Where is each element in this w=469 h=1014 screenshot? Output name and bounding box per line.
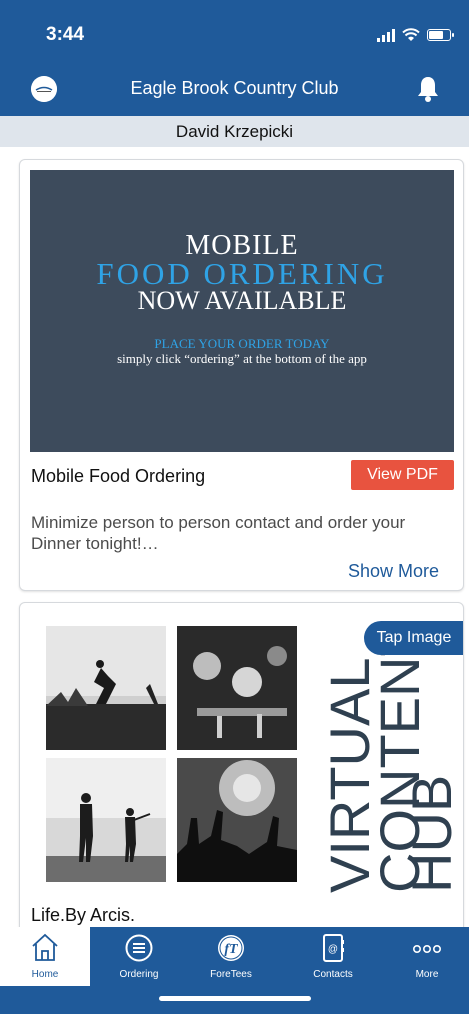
banner-line-5: simply click “ordering” at the bottom of… (117, 351, 367, 366)
signal-icon (377, 28, 395, 42)
more-dots-icon (412, 945, 441, 954)
battery-icon (427, 29, 454, 41)
tab-foretees[interactable]: fT ForeTees (186, 927, 276, 986)
view-pdf-button[interactable]: View PDF (351, 460, 454, 490)
tab-more[interactable]: More (382, 927, 469, 986)
header-title: Eagle Brook Country Club (130, 78, 339, 98)
card-title: Life.By Arcis. (31, 905, 136, 925)
foretees-icon: fT (218, 935, 244, 961)
virtual-content-hub-text: VIRTUAL CONTENT HUB (318, 643, 455, 893)
wifi-icon (402, 28, 420, 41)
svg-text:fT: fT (224, 942, 239, 957)
news-card-food-ordering[interactable]: MOBILE FOOD ORDERING NOW AVAILABLE PLACE… (19, 159, 464, 591)
dining-photo (177, 626, 297, 750)
bell-icon[interactable] (416, 75, 440, 103)
tab-contacts[interactable]: @ Contacts (288, 927, 378, 986)
food-ordering-banner[interactable]: MOBILE FOOD ORDERING NOW AVAILABLE PLACE… (30, 170, 454, 452)
svg-text:@: @ (328, 944, 338, 955)
yoga-photo (46, 626, 166, 750)
banner-line-3: NOW AVAILABLE (137, 286, 347, 315)
golfers-photo (46, 758, 166, 882)
card-title: Mobile Food Ordering (31, 466, 206, 486)
card-description: Minimize person to person contact and or… (31, 513, 406, 553)
tap-image-badge[interactable]: Tap Image (364, 621, 463, 655)
tab-more-label: More (415, 969, 439, 980)
tab-foretees-label: ForeTees (210, 969, 252, 980)
user-name-bar: David Krzepicki (0, 116, 469, 147)
tab-home-label: Home (31, 969, 59, 980)
tab-home[interactable]: Home (0, 927, 90, 986)
banner-line-4: PLACE YOUR ORDER TODAY (154, 336, 330, 351)
tab-ordering-label: Ordering (119, 969, 159, 980)
tab-ordering[interactable]: Ordering (94, 927, 184, 986)
home-icon (32, 933, 58, 961)
show-more-link[interactable]: Show More (348, 561, 439, 582)
status-time: 3:44 (46, 24, 85, 45)
news-card-content-hub[interactable]: VIRTUAL CONTENT HUB Tap Image Life.By Ar… (19, 602, 464, 942)
home-indicator[interactable] (159, 996, 311, 1001)
contact-book-icon: @ (323, 934, 344, 962)
menu-lines-icon (125, 934, 153, 962)
bottom-tab-bar: Home Ordering fT ForeTees @ Contacts Mor… (0, 927, 469, 1014)
concert-photo (177, 758, 297, 882)
tab-contacts-label: Contacts (313, 969, 353, 980)
app-header: 3:44 Eagle Brook Country Club (0, 0, 469, 116)
status-icons (377, 28, 454, 42)
svg-text:HUB: HUB (400, 775, 455, 893)
